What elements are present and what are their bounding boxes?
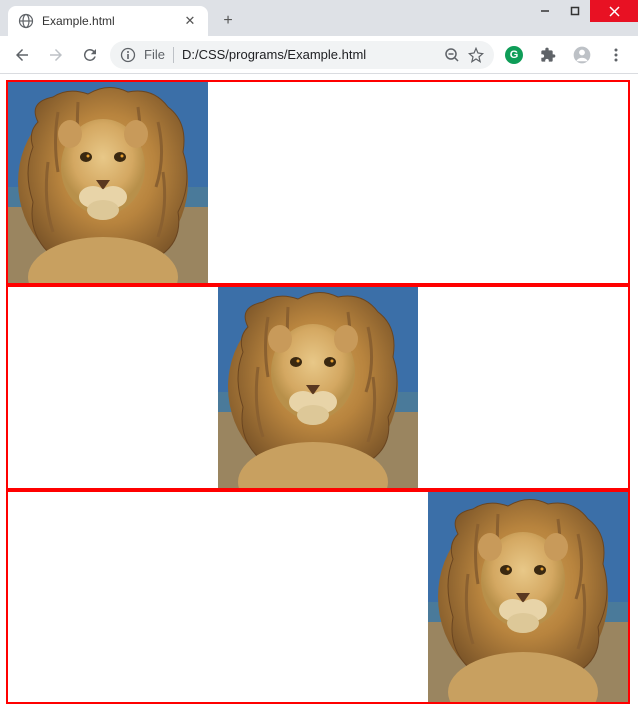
divider: [173, 47, 174, 63]
new-tab-button[interactable]: +: [214, 7, 242, 35]
window-controls: [530, 0, 638, 22]
toolbar: File D:/CSS/programs/Example.html G: [0, 36, 638, 74]
tab-title: Example.html: [42, 14, 174, 28]
box-right-align: [6, 490, 630, 704]
info-icon[interactable]: [120, 47, 136, 63]
maximize-button[interactable]: [560, 0, 590, 22]
address-bar[interactable]: File D:/CSS/programs/Example.html: [110, 41, 494, 69]
lion-image: [218, 287, 418, 488]
file-label: File: [144, 47, 165, 62]
minimize-button[interactable]: [530, 0, 560, 22]
url-text: D:/CSS/programs/Example.html: [182, 47, 436, 62]
lion-image: [428, 492, 628, 702]
tab-strip: Example.html ✕ +: [0, 0, 242, 36]
zoom-icon[interactable]: [444, 47, 460, 63]
box-left-align: [6, 80, 630, 285]
close-icon[interactable]: ✕: [182, 13, 198, 29]
reload-button[interactable]: [76, 41, 104, 69]
close-button[interactable]: [590, 0, 638, 22]
menu-button[interactable]: [602, 41, 630, 69]
extension-grammarly[interactable]: G: [500, 41, 528, 69]
extensions-button[interactable]: [534, 41, 562, 69]
browser-window: Example.html ✕ + File D:/CSS/progra: [0, 0, 638, 725]
titlebar: Example.html ✕ +: [0, 0, 638, 36]
forward-button[interactable]: [42, 41, 70, 69]
box-center-align: [6, 285, 630, 490]
browser-tab[interactable]: Example.html ✕: [8, 6, 208, 36]
back-button[interactable]: [8, 41, 36, 69]
bookmark-icon[interactable]: [468, 47, 484, 63]
globe-icon: [18, 13, 34, 29]
lion-image: [8, 82, 208, 283]
grammarly-icon: G: [505, 46, 523, 64]
profile-button[interactable]: [568, 41, 596, 69]
page-content: [0, 74, 638, 725]
